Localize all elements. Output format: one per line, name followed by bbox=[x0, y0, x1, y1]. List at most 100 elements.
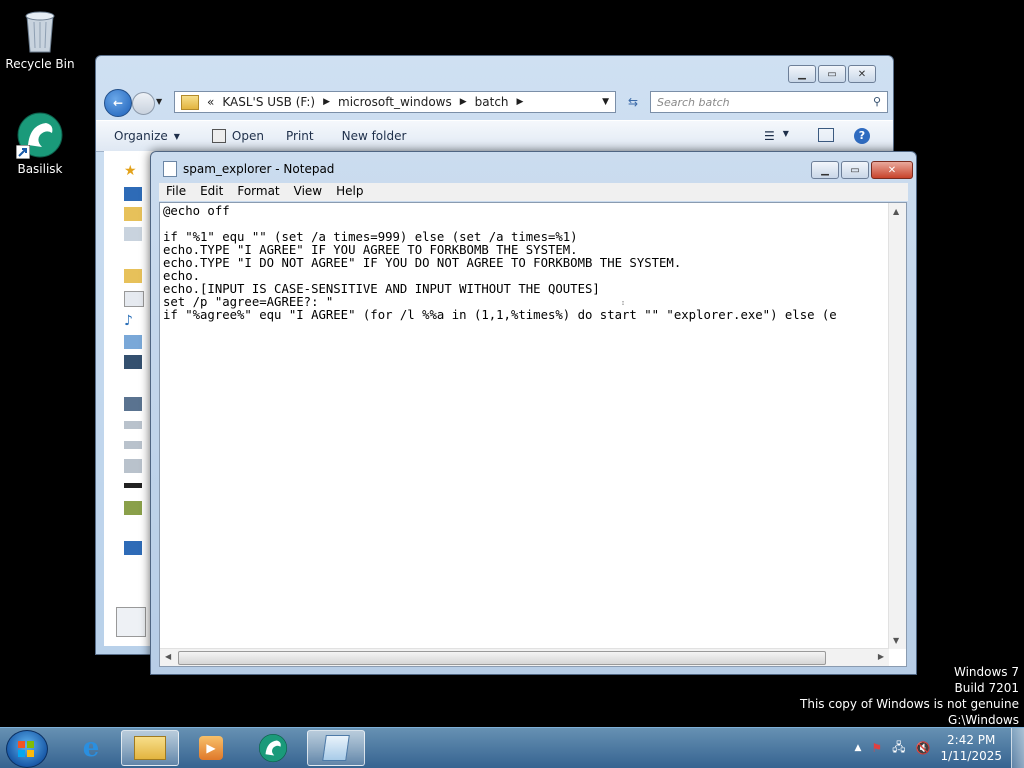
maximize-button[interactable]: ▭ bbox=[841, 161, 869, 179]
print-label: Print bbox=[285, 129, 314, 143]
menu-help[interactable]: Help bbox=[329, 183, 370, 201]
internet-explorer-icon: e bbox=[82, 733, 100, 763]
address-dropdown-icon[interactable]: ▼ bbox=[602, 97, 609, 107]
open-button[interactable]: Open bbox=[211, 129, 264, 143]
clock[interactable]: 2:42 PM 1/11/2025 bbox=[940, 732, 1002, 764]
watermark-genuine: This copy of Windows is not genuine bbox=[800, 697, 1019, 711]
views-icon: ☰ bbox=[764, 129, 775, 143]
taskbar-basilisk[interactable] bbox=[244, 730, 302, 766]
refresh-button[interactable]: ⇆ bbox=[622, 91, 644, 113]
taskbar-media-player[interactable]: ▶ bbox=[182, 730, 240, 766]
back-button[interactable]: ← bbox=[104, 89, 132, 117]
scroll-left-icon[interactable]: ◀ bbox=[165, 652, 171, 661]
recent-places-icon bbox=[124, 227, 142, 241]
menu-file[interactable]: File bbox=[159, 183, 193, 201]
views-button[interactable]: ☰ ▼ bbox=[764, 129, 789, 143]
windows-watermark: Windows 7 Build 7201 This copy of Window… bbox=[800, 664, 1019, 728]
text-cursor-icon bbox=[622, 301, 624, 305]
editor-text[interactable]: @echo off if "%1" equ "" (set /a times=9… bbox=[163, 205, 889, 649]
network-drive-icon bbox=[124, 501, 142, 515]
taskbar-windows-explorer[interactable] bbox=[121, 730, 179, 766]
menu-format[interactable]: Format bbox=[230, 183, 286, 201]
breadcrumb-folder[interactable]: microsoft_windows bbox=[338, 95, 452, 109]
breadcrumb-current[interactable]: batch bbox=[475, 95, 509, 109]
breadcrumb-drive[interactable]: KASL'S USB (F:) bbox=[222, 95, 315, 109]
code-line: if "%agree%" equ "I AGREE" (for /l %%a i… bbox=[163, 308, 837, 322]
notepad-icon bbox=[163, 161, 177, 177]
folder-icon bbox=[181, 94, 199, 110]
taskbar-notepad[interactable] bbox=[307, 730, 365, 766]
menu-bar: File Edit Format View Help bbox=[159, 183, 908, 201]
search-icon: ⚲ bbox=[872, 95, 881, 108]
desktop-icon-label: Recycle Bin bbox=[5, 57, 75, 71]
watermark-path: G:\Windows bbox=[948, 713, 1019, 727]
watermark-build: Build 7201 bbox=[954, 681, 1019, 695]
videos-icon bbox=[124, 355, 142, 369]
start-button[interactable] bbox=[6, 730, 48, 768]
open-label: Open bbox=[231, 129, 264, 143]
volume-muted-icon[interactable]: 🔇 bbox=[916, 741, 931, 755]
taskbar: e ▶ ▲ ⚑ 🖧 🔇 2:42 PM 1/11/2025 bbox=[0, 727, 1024, 768]
taskbar-internet-explorer[interactable]: e bbox=[62, 730, 120, 766]
print-button[interactable]: Print bbox=[286, 129, 314, 143]
minimize-button[interactable]: ▁ bbox=[811, 161, 839, 179]
libraries-icon bbox=[124, 269, 142, 283]
desktop-icon-recycle-bin[interactable]: Recycle Bin bbox=[0, 8, 80, 71]
explorer-nav-row: ← ▼ « KASL'S USB (F:) ▶ microsoft_window… bbox=[104, 89, 888, 117]
text-editor[interactable]: @echo off if "%1" equ "" (set /a times=9… bbox=[159, 202, 907, 667]
search-placeholder: Search batch bbox=[657, 95, 730, 109]
system-tray: ▲ ⚑ 🖧 🔇 2:42 PM 1/11/2025 bbox=[854, 728, 1002, 768]
organize-button[interactable]: Organize ▼ bbox=[114, 129, 180, 143]
new-folder-button[interactable]: New folder bbox=[342, 129, 407, 143]
pictures-icon bbox=[124, 335, 142, 349]
close-button[interactable]: ✕ bbox=[871, 161, 913, 179]
notepad-icon bbox=[322, 735, 350, 761]
notepad-window[interactable]: spam_explorer - Notepad ▁ ▭ ✕ File Edit … bbox=[150, 151, 917, 675]
organize-label: Organize bbox=[114, 129, 168, 143]
network-icon bbox=[124, 541, 142, 555]
code-line: echo.TYPE "I DO NOT AGREE" IF YOU DO NOT… bbox=[163, 256, 682, 270]
media-player-icon: ▶ bbox=[199, 736, 223, 760]
search-box[interactable]: Search batch ⚲ bbox=[650, 91, 888, 113]
menu-view[interactable]: View bbox=[287, 183, 329, 201]
drive-icon bbox=[124, 459, 142, 473]
chevron-right-icon: ▶ bbox=[459, 97, 467, 107]
code-line: @echo off bbox=[163, 205, 230, 218]
address-overflow[interactable]: « bbox=[207, 95, 214, 109]
clock-time: 2:42 PM bbox=[947, 733, 996, 747]
preview-pane-icon bbox=[818, 127, 834, 142]
scroll-right-icon[interactable]: ▶ bbox=[878, 652, 884, 661]
windows-logo-icon bbox=[18, 741, 34, 757]
minimize-button[interactable]: ▁ bbox=[788, 65, 816, 83]
desktop-icon-basilisk[interactable]: Basilisk bbox=[0, 111, 80, 176]
vertical-scrollbar[interactable]: ▲ ▼ bbox=[888, 203, 906, 649]
network-icon[interactable]: 🖧 bbox=[892, 738, 905, 759]
action-center-icon[interactable]: ⚑ bbox=[871, 741, 882, 755]
usb-drive-icon bbox=[124, 483, 142, 488]
close-button[interactable]: ✕ bbox=[848, 65, 876, 83]
desktop-icon-label: Basilisk bbox=[17, 162, 63, 176]
help-button[interactable]: ? bbox=[854, 128, 870, 144]
menu-edit[interactable]: Edit bbox=[193, 183, 230, 201]
back-arrow-icon: ← bbox=[112, 96, 124, 110]
downloads-icon bbox=[124, 207, 142, 221]
recent-pages-dropdown[interactable]: ▼ bbox=[156, 97, 162, 106]
horizontal-scrollbar[interactable]: ◀ ▶ bbox=[160, 648, 889, 666]
forward-button[interactable] bbox=[132, 92, 155, 115]
scroll-down-icon[interactable]: ▼ bbox=[893, 636, 899, 645]
address-bar[interactable]: « KASL'S USB (F:) ▶ microsoft_windows ▶ … bbox=[174, 91, 616, 113]
show-desktop-button[interactable] bbox=[1011, 728, 1024, 768]
maximize-button[interactable]: ▭ bbox=[818, 65, 846, 83]
documents-icon bbox=[124, 291, 144, 307]
favorites-star-icon: ★ bbox=[124, 163, 137, 179]
control-panel-icon bbox=[116, 607, 146, 637]
notepad-titlebar: spam_explorer - Notepad bbox=[163, 161, 334, 177]
horizontal-scroll-thumb[interactable] bbox=[178, 651, 826, 665]
chevron-down-icon: ▼ bbox=[173, 131, 180, 141]
preview-pane-button[interactable] bbox=[818, 127, 834, 145]
scroll-up-icon[interactable]: ▲ bbox=[893, 207, 899, 216]
clock-date: 1/11/2025 bbox=[940, 749, 1002, 763]
open-icon bbox=[211, 129, 226, 143]
show-hidden-icons-button[interactable]: ▲ bbox=[854, 743, 861, 753]
recycle-bin-icon bbox=[22, 8, 58, 54]
